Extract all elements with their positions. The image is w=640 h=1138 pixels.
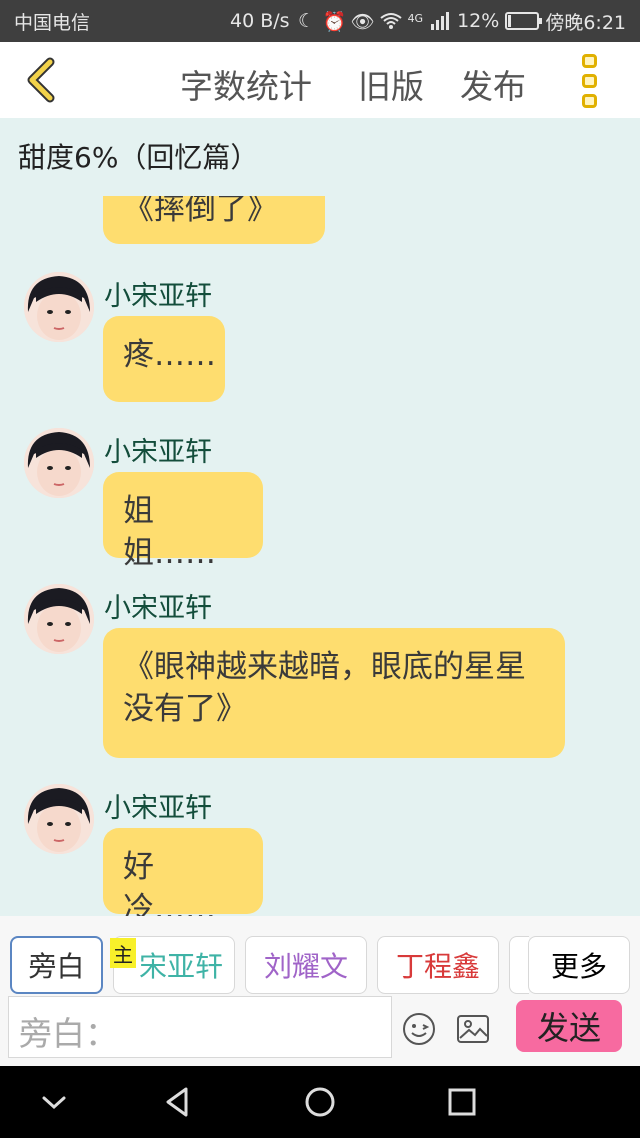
chevron-left-icon[interactable] xyxy=(22,56,62,104)
publish-button[interactable]: 发布 xyxy=(460,60,526,108)
message-bubble[interactable]: 《摔倒了》 xyxy=(103,196,325,244)
more-roles-button[interactable]: 更多 xyxy=(528,936,630,994)
message-input[interactable]: 旁白： xyxy=(8,996,392,1058)
avatar[interactable] xyxy=(24,272,94,342)
kebab-menu-icon[interactable] xyxy=(578,54,600,108)
role-liu-yaowen-button[interactable]: 刘耀文 xyxy=(245,936,367,994)
role-label: 旁白 xyxy=(28,950,85,983)
message-bubble[interactable]: 姐姐…… xyxy=(103,472,263,571)
status-bar: 中国电信 40 B/s ☾ ⏰ 👁 4G 12% 傍晚6:21 xyxy=(0,0,640,42)
sender-name: 小宋亚轩 xyxy=(104,593,212,624)
message-bubble[interactable]: 好冷…… xyxy=(103,828,263,916)
more-label: 更多 xyxy=(550,950,607,983)
clock: 傍晚6:21 xyxy=(545,11,626,34)
message-text: 《摔倒了》 xyxy=(123,196,278,227)
status-icons: 40 B/s ☾ ⏰ 👁 4G 12% 傍晚6:21 xyxy=(230,8,626,35)
carrier-label: 中国电信 xyxy=(14,11,91,34)
role-narrator-button[interactable]: 旁白 xyxy=(10,936,103,994)
role-label: 丁程鑫 xyxy=(395,950,480,983)
back-nav-icon[interactable] xyxy=(160,1084,196,1120)
sender-name: 小宋亚轩 xyxy=(104,437,212,468)
wifi-icon xyxy=(379,10,402,32)
emoji-icon[interactable] xyxy=(402,1012,436,1046)
message-bubble[interactable]: 疼…… xyxy=(103,316,225,402)
sender-name: 小宋亚轩 xyxy=(104,281,212,312)
avatar[interactable] xyxy=(24,784,94,854)
moon-icon: ☾ xyxy=(298,10,316,32)
role-label: 刘耀文 xyxy=(263,950,348,983)
send-button[interactable]: 发送 xyxy=(516,1000,622,1052)
eye-icon: 👁 xyxy=(350,10,375,33)
network-type: 4G xyxy=(407,11,424,25)
message-bubble[interactable]: 《眼神越来越暗，眼底的星星没有了》 xyxy=(103,628,565,758)
message-text: 好冷…… xyxy=(123,849,216,916)
hide-keyboard-icon[interactable] xyxy=(36,1084,72,1120)
network-speed: 40 B/s xyxy=(230,10,290,32)
alarm-icon: ⏰ xyxy=(322,10,347,33)
sender-name: 小宋亚轩 xyxy=(104,793,212,824)
signal-icon xyxy=(429,10,451,32)
word-count-button[interactable]: 字数统计 xyxy=(180,60,312,108)
battery-icon xyxy=(505,12,543,30)
main-role-badge: 主 xyxy=(110,938,136,968)
role-selector-bar: 旁白 宋亚轩 主 刘耀文 丁程鑫 更多 旁白： 发送 xyxy=(0,916,640,1066)
message-text: 姐姐…… xyxy=(123,493,216,571)
chat-title: 甜度6%（回忆篇） xyxy=(18,141,259,174)
role-overflow-button[interactable] xyxy=(509,936,529,994)
role-label: 宋亚轩 xyxy=(138,950,223,983)
recents-nav-icon[interactable] xyxy=(444,1084,480,1120)
chat-area[interactable]: 《摔倒了》 小宋亚轩 疼…… 小宋亚轩 姐姐…… 小宋亚轩 《眼神越来越暗，眼底… xyxy=(0,196,640,916)
image-icon[interactable] xyxy=(456,1012,490,1046)
top-toolbar: 字数统计 旧版 发布 xyxy=(0,42,640,118)
avatar[interactable] xyxy=(24,584,94,654)
home-nav-icon[interactable] xyxy=(302,1084,338,1120)
message-text: 疼…… xyxy=(123,337,216,373)
message-text: 《眼神越来越暗，眼底的星星没有了》 xyxy=(123,649,526,727)
battery-percent: 12% xyxy=(457,10,500,32)
old-version-button[interactable]: 旧版 xyxy=(358,60,424,108)
system-nav-bar xyxy=(0,1066,640,1138)
avatar[interactable] xyxy=(24,428,94,498)
role-ding-chengxin-button[interactable]: 丁程鑫 xyxy=(377,936,499,994)
